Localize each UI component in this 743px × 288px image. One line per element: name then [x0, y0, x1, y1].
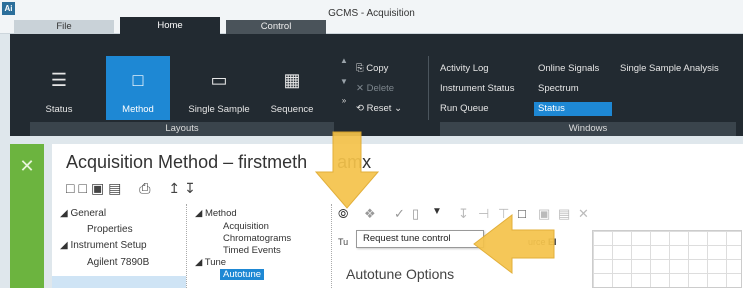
save-as-icon[interactable]: ▤ [558, 206, 570, 222]
title-bar: Ai GCMS - Acquisition File Home Control [0, 0, 743, 34]
single-sample-icon: ▭ [210, 70, 228, 90]
online-signals-button[interactable]: Online Signals [538, 62, 599, 76]
ribbon: ☰ Status □ Method ▭ Single Sample ▦ Sequ… [10, 34, 743, 136]
dropdown-icon[interactable]: ▼ [432, 206, 442, 217]
tree-item-timed-events[interactable]: Timed Events [223, 245, 281, 256]
open-icon[interactable]: □ [78, 180, 90, 196]
tree-item-instrument-setup[interactable]: ◢ Instrument Setup [60, 240, 147, 251]
single-sample-analysis-button[interactable]: Single Sample Analysis [620, 62, 719, 76]
ribbon-scroll[interactable]: ▲ ▼ » [338, 56, 350, 120]
delete-icon[interactable]: ✕ [578, 206, 589, 222]
tree-item-acquisition[interactable]: Acquisition [223, 221, 269, 232]
chevron-up-icon[interactable]: ▲ [338, 56, 350, 65]
method-tree: ◢ General Properties ◢ Instrument Setup … [52, 204, 187, 288]
close-icon: ✕ [356, 83, 364, 94]
chevron-down-icon: ⌄ [394, 103, 403, 114]
close-strip[interactable]: ✕ [10, 144, 44, 288]
activity-log-button[interactable]: Activity Log [440, 62, 489, 76]
windows-group-label: Windows [440, 122, 736, 136]
ribbon-separator [428, 56, 429, 120]
delete-button[interactable]: ✕ Delete [356, 82, 394, 96]
tree-item-general[interactable]: ◢ General [60, 208, 106, 219]
layouts-group-label: Layouts [30, 122, 334, 136]
method-section-tree: ◢ Method Acquisition Chromatograms Timed… [187, 204, 332, 288]
method-panel: Acquisition Method – firstmethamx □□▣▤ ⎙… [52, 144, 743, 288]
print-icon[interactable]: ⎙ [139, 180, 154, 196]
list-icon: ☰ [50, 70, 68, 90]
new-icon[interactable]: □ [66, 180, 78, 196]
copy-button[interactable]: ⎘ Copy [356, 62, 388, 76]
copy-icon: ⎘ [356, 63, 364, 74]
clipboard-icon[interactable]: ▯ [412, 206, 419, 222]
run-queue-button[interactable]: Run Queue [440, 102, 489, 116]
tab-control[interactable]: Control [226, 20, 326, 34]
tree-item-agilent[interactable]: Agilent 7890B [87, 257, 149, 268]
method-toolbar: □□▣▤ ⎙ ↥↧ [66, 180, 200, 197]
tree-item-properties[interactable]: Properties [87, 224, 133, 235]
expand-icon[interactable]: » [338, 96, 350, 105]
arrow-down-icon [314, 131, 380, 209]
autotune-options-heading: Autotune Options [346, 266, 455, 282]
tune-label: Tu [338, 237, 349, 247]
reset-button[interactable]: ⟲ Reset ⌄ [356, 102, 402, 116]
tree-item-autotune[interactable]: Autotune [220, 269, 265, 280]
tool-icon[interactable]: ✓ [394, 206, 405, 222]
tune-grid [592, 230, 742, 288]
method-icon: □ [132, 70, 144, 90]
tree-item-chromatograms[interactable]: Chromatograms [223, 233, 291, 244]
arrow-left-icon [473, 213, 555, 275]
single-sample-layout-button[interactable]: ▭ Single Sample [182, 56, 256, 120]
chevron-down-icon[interactable]: ▼ [338, 77, 350, 86]
reset-icon: ⟲ [356, 103, 364, 114]
tooltip: Request tune control [356, 230, 484, 248]
save-as-icon[interactable]: ▤ [108, 180, 125, 196]
status-window-button[interactable]: Status [534, 102, 612, 116]
download-icon[interactable]: ↧ [458, 206, 469, 222]
tab-home[interactable]: Home [120, 17, 220, 34]
save-icon[interactable]: ▣ [91, 180, 108, 196]
sequence-layout-button[interactable]: ▦ Sequence [260, 56, 324, 120]
status-layout-button[interactable]: ☰ Status [30, 56, 88, 120]
window-title: GCMS - Acquisition [328, 8, 415, 19]
method-layout-button[interactable]: □ Method [106, 56, 170, 120]
download-icon[interactable]: ↧ [184, 180, 200, 196]
tab-file[interactable]: File [14, 20, 114, 34]
close-icon[interactable]: ✕ [10, 156, 44, 177]
spectrum-button[interactable]: Spectrum [538, 82, 579, 96]
tree-item-method[interactable]: ◢ Method [195, 208, 237, 219]
tree-item-tune[interactable]: ◢ Tune [195, 257, 226, 268]
tree-item-selected[interactable] [52, 276, 186, 288]
instrument-status-button[interactable]: Instrument Status [440, 82, 514, 96]
sequence-icon: ▦ [283, 70, 301, 90]
upload-icon[interactable]: ↥ [168, 180, 184, 196]
